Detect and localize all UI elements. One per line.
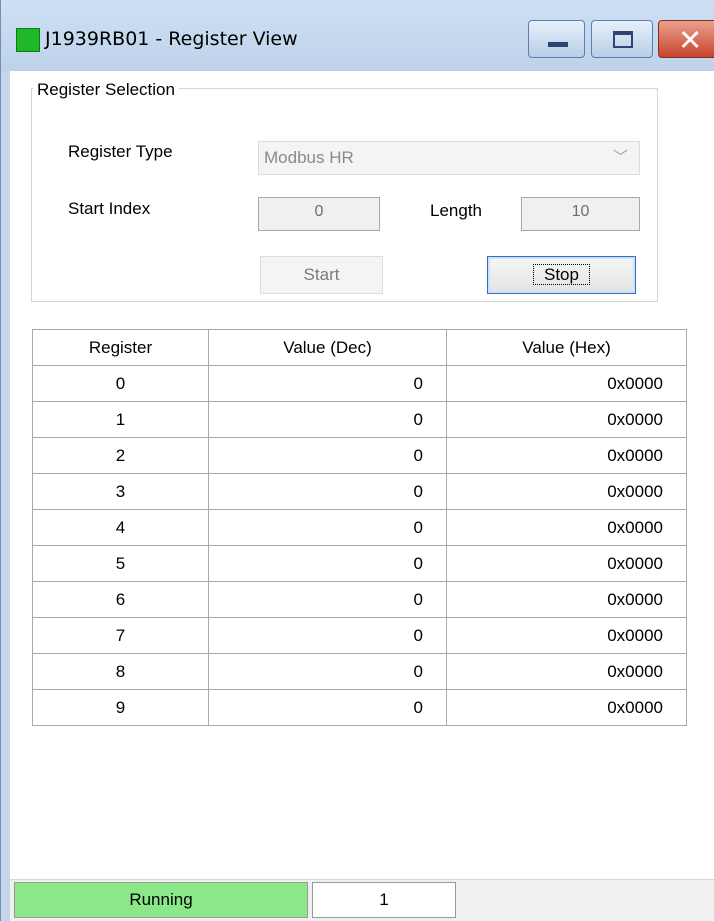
register-cell[interactable]: 5 — [32, 545, 209, 582]
table-row[interactable]: 6 0 0x0000 — [32, 581, 687, 618]
value-hex-cell[interactable]: 0x0000 — [446, 437, 687, 474]
value-dec-cell[interactable]: 0 — [208, 401, 447, 438]
value-dec-cell[interactable]: 0 — [208, 473, 447, 510]
value-hex-cell[interactable]: 0x0000 — [446, 473, 687, 510]
column-header-value-hex[interactable]: Value (Hex) — [446, 329, 687, 366]
table-row[interactable]: 8 0 0x0000 — [32, 653, 687, 690]
value-hex-cell[interactable]: 0x0000 — [446, 401, 687, 438]
register-cell[interactable]: 2 — [32, 437, 209, 474]
table-row[interactable]: 1 0 0x0000 — [32, 401, 687, 438]
register-cell[interactable]: 0 — [32, 365, 209, 402]
register-cell[interactable]: 3 — [32, 473, 209, 510]
value-hex-cell[interactable]: 0x0000 — [446, 689, 687, 726]
window-title: J1939RB01 - Register View — [45, 28, 298, 50]
close-icon: ✕ — [678, 23, 703, 57]
value-dec-cell[interactable]: 0 — [208, 653, 447, 690]
value-hex-cell[interactable]: 0x0000 — [446, 653, 687, 690]
stop-button[interactable]: Stop — [487, 256, 636, 294]
stop-button-label: Stop — [533, 264, 590, 285]
status-state: Running — [14, 882, 308, 918]
column-header-register[interactable]: Register — [32, 329, 209, 366]
value-dec-cell[interactable]: 0 — [208, 365, 447, 402]
value-hex-cell[interactable]: 0x0000 — [446, 509, 687, 546]
value-hex-cell[interactable]: 0x0000 — [446, 581, 687, 618]
start-button[interactable]: Start — [260, 256, 383, 294]
chevron-down-icon: ﹀ — [612, 149, 628, 166]
table-row[interactable]: 7 0 0x0000 — [32, 617, 687, 654]
value-hex-cell[interactable]: 0x0000 — [446, 365, 687, 402]
register-type-select[interactable]: Modbus HR ﹀ — [258, 141, 640, 175]
minimize-icon — [548, 42, 568, 47]
maximize-icon — [613, 31, 633, 48]
value-dec-cell[interactable]: 0 — [208, 581, 447, 618]
register-cell[interactable]: 1 — [32, 401, 209, 438]
table-row[interactable]: 5 0 0x0000 — [32, 545, 687, 582]
value-hex-cell[interactable]: 0x0000 — [446, 617, 687, 654]
register-cell[interactable]: 6 — [32, 581, 209, 618]
value-hex-cell[interactable]: 0x0000 — [446, 545, 687, 582]
length-field[interactable]: 10 — [521, 197, 640, 231]
register-cell[interactable]: 4 — [32, 509, 209, 546]
table-row[interactable]: 4 0 0x0000 — [32, 509, 687, 546]
register-type-value: Modbus HR — [264, 148, 354, 167]
register-view-window: J1939RB01 - Register View ✕ Register Typ… — [0, 0, 714, 921]
register-selection-group: Register Type Modbus HR ﹀ Start Index 0 … — [31, 88, 658, 302]
table-row[interactable]: 2 0 0x0000 — [32, 437, 687, 474]
title-bar[interactable]: J1939RB01 - Register View ✕ — [1, 0, 714, 71]
status-bar: Running 1 — [10, 879, 714, 921]
maximize-button[interactable] — [591, 20, 653, 58]
column-header-value-dec[interactable]: Value (Dec) — [208, 329, 447, 366]
value-dec-cell[interactable]: 0 — [208, 509, 447, 546]
register-type-label: Register Type — [68, 142, 173, 161]
minimize-button[interactable] — [528, 20, 585, 58]
table-row[interactable]: 9 0 0x0000 — [32, 689, 687, 726]
value-dec-cell[interactable]: 0 — [208, 545, 447, 582]
register-cell[interactable]: 8 — [32, 653, 209, 690]
table-row[interactable]: 3 0 0x0000 — [32, 473, 687, 510]
status-count: 1 — [312, 882, 456, 918]
close-button[interactable]: ✕ — [658, 20, 714, 58]
table-row[interactable]: 0 0 0x0000 — [32, 365, 687, 402]
start-index-label: Start Index — [68, 199, 151, 218]
value-dec-cell[interactable]: 0 — [208, 617, 447, 654]
register-cell[interactable]: 9 — [32, 689, 209, 726]
register-cell[interactable]: 7 — [32, 617, 209, 654]
value-dec-cell[interactable]: 0 — [208, 437, 447, 474]
start-index-field[interactable]: 0 — [258, 197, 380, 231]
length-label: Length — [430, 201, 482, 220]
register-selection-label: Register Selection — [33, 80, 179, 100]
app-icon — [16, 28, 40, 52]
register-table: Register Value (Dec) Value (Hex) 0 0 0x0… — [32, 329, 687, 726]
client-area: Register Type Modbus HR ﹀ Start Index 0 … — [10, 71, 714, 921]
table-header-row: Register Value (Dec) Value (Hex) — [32, 329, 687, 366]
value-dec-cell[interactable]: 0 — [208, 689, 447, 726]
